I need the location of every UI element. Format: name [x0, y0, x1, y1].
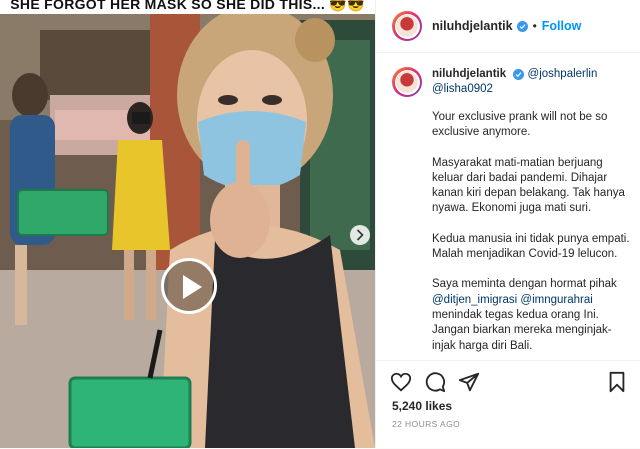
post-timestamp: 22 HOURS AGO: [392, 419, 461, 429]
caption-author-line: niluhdjelantik @joshpalerlin @lisha0902: [432, 67, 597, 97]
bookmark-icon[interactable]: [606, 371, 628, 393]
mention-link[interactable]: @joshpalerlin: [528, 68, 598, 80]
heart-icon[interactable]: [390, 371, 412, 393]
caption-paragraph: Saya meminta dengan hormat pihak @ditjen…: [432, 277, 632, 353]
mention-link[interactable]: @imngurahrai: [520, 294, 592, 306]
post-sidebar: niluhdjelantik • Follow niluhdjelantik @…: [375, 0, 640, 448]
play-button[interactable]: [161, 258, 217, 314]
instagram-post: SHE FORGOT HER MASK SO SHE DID THIS... 😎…: [0, 0, 640, 448]
follow-button[interactable]: Follow: [542, 19, 582, 33]
caption-body: Your exclusive prank will not be so excl…: [432, 110, 632, 354]
comment-icon[interactable]: [424, 371, 446, 393]
share-icon[interactable]: [458, 371, 480, 393]
post-media[interactable]: SHE FORGOT HER MASK SO SHE DID THIS... 😎…: [0, 0, 375, 448]
caption-text: Saya meminta dengan hormat pihak: [432, 278, 617, 291]
play-icon: [183, 275, 202, 299]
separator-dot: •: [532, 19, 537, 33]
video-caption-banner: SHE FORGOT HER MASK SO SHE DID THIS... 😎…: [0, 0, 375, 14]
action-bar: 5,240 likes 22 HOURS AGO: [376, 360, 640, 449]
action-icons: [390, 371, 628, 395]
caption-paragraph: Kedua manusia ini tidak punya empati. Ma…: [432, 232, 630, 261]
caption-text: menindak tegas kedua orang Ini. Jangan b…: [432, 308, 612, 352]
caption-area: niluhdjelantik @joshpalerlin @lisha0902 …: [376, 53, 640, 360]
caption-paragraph: Your exclusive prank will not be so excl…: [432, 111, 608, 139]
avatar[interactable]: [392, 11, 422, 41]
likes-count[interactable]: 5,240 likes: [392, 399, 452, 413]
post-header: niluhdjelantik • Follow: [376, 0, 640, 53]
chevron-right-icon: [356, 229, 364, 241]
avatar[interactable]: [392, 67, 422, 97]
mention-link[interactable]: @lisha0902: [432, 83, 493, 95]
verified-icon: [513, 69, 525, 80]
header-username[interactable]: niluhdjelantik: [432, 19, 513, 33]
caption-username[interactable]: niluhdjelantik: [432, 68, 506, 80]
caption-header: niluhdjelantik @joshpalerlin @lisha0902: [392, 67, 624, 97]
video-frame: [0, 0, 375, 448]
caption-paragraph: Masyarakat mati-matian berjuang keluar d…: [432, 156, 625, 215]
verified-icon: [516, 20, 528, 32]
next-media-button[interactable]: [350, 225, 370, 245]
mention-link[interactable]: @ditjen_imigrasi: [432, 294, 517, 306]
